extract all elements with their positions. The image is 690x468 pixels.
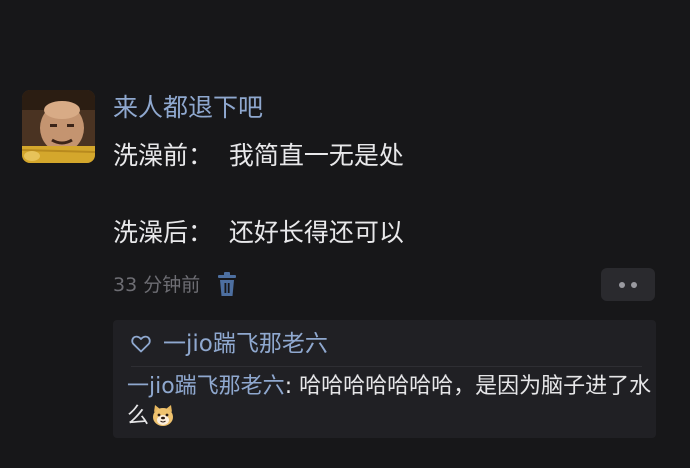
reply-divider: [131, 366, 642, 367]
post-timestamp: 33 分钟前: [113, 274, 201, 296]
like-row: 一jio踹飞那老六: [131, 328, 328, 360]
post-text-line-2: 洗澡后： 还好长得还可以: [113, 218, 404, 247]
reply-separator: :: [284, 374, 300, 399]
more-dots-icon: [631, 281, 637, 288]
trash-icon[interactable]: [216, 272, 238, 298]
avatar-photo-icon: [22, 90, 95, 163]
reply-comment: 一jio踹飞那老六: 哈哈哈哈哈哈哈，是因为脑子进了水么: [127, 372, 652, 432]
comment-page: 来人都退下吧 洗澡前： 我简直一无是处 洗澡后： 还好长得还可以 33 分钟前 …: [0, 0, 690, 468]
post-text-line-1: 洗澡前： 我简直一无是处: [113, 141, 404, 170]
post-meta: 33 分钟前: [113, 270, 238, 300]
more-dots-icon: [619, 281, 625, 288]
user-avatar[interactable]: [22, 90, 95, 163]
more-options-button[interactable]: [601, 268, 655, 301]
liker-name[interactable]: 一jio踹飞那老六: [163, 328, 328, 360]
reply-panel: 一jio踹飞那老六 一jio踹飞那老六: 哈哈哈哈哈哈哈，是因为脑子进了水么: [113, 320, 656, 438]
doge-emoji-icon: [153, 405, 174, 426]
heart-outline-icon[interactable]: [131, 335, 151, 353]
post-username[interactable]: 来人都退下吧: [113, 92, 263, 124]
reply-author[interactable]: 一jio踹飞那老六: [127, 374, 285, 399]
